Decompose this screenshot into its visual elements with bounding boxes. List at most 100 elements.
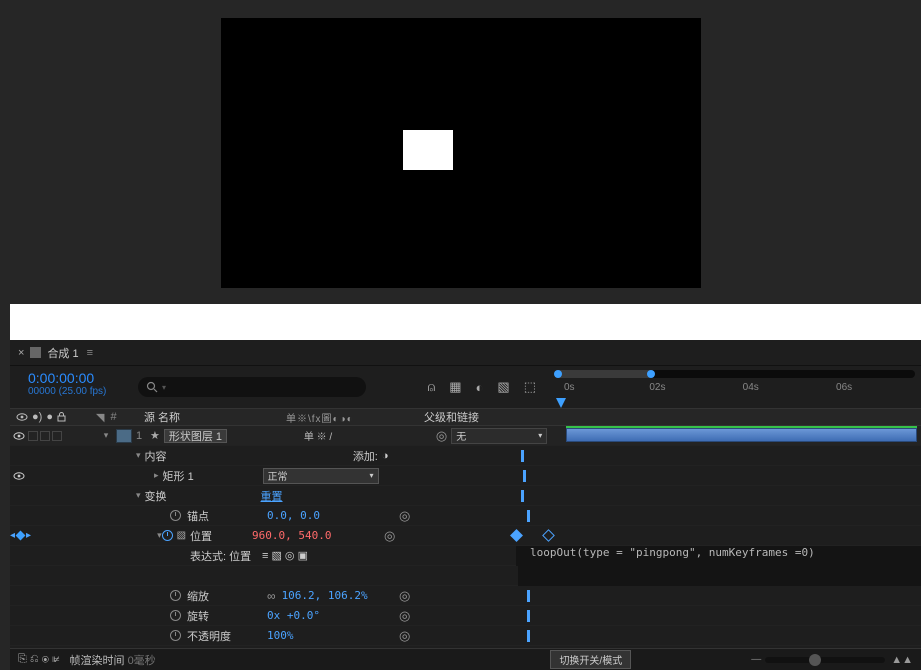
contents-row[interactable]: ▾ 内容 添加: ◑ (10, 446, 921, 466)
position-track[interactable] (506, 526, 921, 546)
composition-canvas[interactable] (221, 18, 701, 288)
opacity-pickwhip-icon[interactable]: ◎ (399, 628, 410, 644)
render-time-value: 0毫秒 (128, 655, 156, 667)
time-ruler-area[interactable]: 0s 02s 04s 06s (546, 366, 921, 408)
position-twirl[interactable]: ▾ (157, 530, 162, 541)
tab-name[interactable]: 合成 1 (47, 345, 78, 361)
anchor-stopwatch[interactable] (170, 510, 181, 521)
render-time-label: 帧渲染时间 (70, 655, 125, 667)
scale-label: 缩放 (181, 588, 267, 604)
shape-group-row[interactable]: ▸ 矩形 1 正常 ▾ (10, 466, 921, 486)
visibility-toggle[interactable] (10, 430, 28, 442)
parent-dropdown[interactable]: 无 ▾ (451, 428, 547, 444)
scale-stopwatch[interactable] (170, 590, 181, 601)
shape-layer-icon: ★ (150, 429, 160, 442)
shy-toggle-icon[interactable]: ⍝ (427, 379, 435, 395)
constrain-proportions-icon[interactable]: ∞ (267, 589, 276, 603)
pickwhip-icon[interactable]: ◎ (436, 428, 447, 444)
expression-label-row[interactable]: 表达式: 位置 ≡ ▧ ◎ ▣ loopOut(type = "pingpong… (10, 546, 921, 566)
playhead-icon[interactable] (554, 396, 566, 410)
switches-column-header: 单※\fx圖◐◑◐ (286, 410, 424, 425)
rotation-pickwhip-icon[interactable]: ◎ (399, 608, 410, 624)
columns-header: ●) ● ◥ # 源 名称 单※\fx圖◐◑◐ 父级和链接 (10, 408, 921, 426)
transform-row[interactable]: ▾ 变换 重置 (10, 486, 921, 506)
add-label: 添加: (353, 448, 378, 464)
scale-value[interactable]: 106.2, 106.2% (282, 589, 368, 602)
opacity-stopwatch[interactable] (170, 630, 181, 641)
opacity-row[interactable]: 不透明度 100% ◎ (10, 626, 921, 646)
time-nav-track[interactable] (556, 370, 915, 378)
toggle-switches-button[interactable]: 切换开关/模式 (550, 650, 631, 669)
anchor-pickwhip-icon[interactable]: ◎ (399, 508, 410, 524)
frame-blend-icon[interactable]: ▦ (449, 379, 461, 395)
snap-icon[interactable]: ⬚ (524, 379, 536, 395)
position-row[interactable]: ◂▸ ▾ ▧ 位置 960.0, 540.0 ◎ (10, 526, 921, 546)
expression-indicator-icon[interactable]: ▧ (177, 530, 186, 541)
layer-twirl[interactable]: ▾ (96, 430, 116, 441)
layer-color-chip[interactable] (116, 429, 132, 443)
shape-rectangle[interactable] (403, 130, 453, 170)
timecode-block[interactable]: 0:00:00:00 00000 (25.00 fps) (10, 366, 138, 408)
scale-row[interactable]: 缩放 ∞ 106.2, 106.2% ◎ (10, 586, 921, 606)
eye-icon (13, 431, 25, 441)
anchor-point-row[interactable]: 锚点 0.0, 0.0 ◎ (10, 506, 921, 526)
playhead-line (527, 590, 530, 602)
layer-switches[interactable]: 单 ※ / (304, 428, 436, 443)
parent-cell[interactable]: ◎ 无 ▾ (436, 428, 558, 444)
time-ruler[interactable]: 0s 02s 04s 06s (556, 382, 915, 398)
av-switches[interactable] (28, 431, 96, 441)
zoom-slider[interactable] (765, 657, 885, 663)
composition-viewer (0, 0, 921, 310)
playhead-line (527, 630, 530, 642)
opacity-value[interactable]: 100% (267, 629, 294, 642)
expression-text[interactable]: loopOut(type = "pingpong", numKeyframes … (516, 546, 921, 559)
anchor-value[interactable]: 0.0, 0.0 (267, 509, 320, 522)
keyframe-nav[interactable]: ◂▸ (10, 530, 31, 541)
rotation-value[interactable]: 0x +0.0° (267, 609, 320, 622)
name-column-header[interactable]: 源 名称 (140, 409, 286, 425)
footer-tool-icons[interactable]: ⎘ ⎌ ⦿ ⊯ (18, 653, 60, 666)
shape-group-visibility[interactable] (10, 470, 28, 482)
timeline-header-icons: ⍝ ▦ ◐ ▧ ⬚ (390, 366, 546, 408)
layer-duration-bar[interactable] (566, 428, 917, 442)
keyframe-marker-2[interactable] (542, 529, 555, 542)
comp-icon (30, 347, 41, 358)
current-timecode[interactable]: 0:00:00:00 (28, 370, 132, 386)
layer-index: 1 (132, 430, 146, 442)
eye-header-icon (16, 412, 28, 422)
frame-info: 00000 (25.00 fps) (28, 386, 132, 397)
scale-pickwhip-icon[interactable]: ◎ (399, 588, 410, 604)
tab-close-button[interactable]: × (18, 347, 24, 359)
shape-name[interactable]: 矩形 1 (159, 468, 263, 484)
zoom-in-icon[interactable]: ▲▲ (891, 654, 913, 666)
position-stopwatch[interactable] (162, 530, 173, 541)
graph-editor-icon[interactable]: ▧ (497, 379, 509, 395)
position-value[interactable]: 960.0, 540.0 (252, 529, 331, 542)
layer-name[interactable]: 形状图层 1 (164, 429, 227, 443)
layer-name-cell[interactable]: 形状图层 1 (164, 429, 304, 443)
rotation-row[interactable]: 旋转 0x +0.0° ◎ (10, 606, 921, 626)
blend-mode-dropdown[interactable]: 正常 ▾ (263, 468, 379, 484)
expression-tools[interactable]: ≡ ▧ ◎ ▣ (262, 549, 394, 562)
timeline-footer: ⎘ ⎌ ⦿ ⊯ 帧渲染时间 0毫秒 切换开关/模式 — ▲▲ (10, 648, 921, 670)
expression-spacer-row (10, 566, 921, 586)
zoom-knob[interactable] (809, 654, 821, 666)
tab-menu-button[interactable]: ≡ (87, 347, 93, 359)
ruler-tick-1: 02s (649, 382, 665, 393)
time-nav-thumb[interactable] (556, 370, 653, 378)
position-pickwhip-icon[interactable]: ◎ (384, 528, 395, 544)
search-input[interactable]: ▾ (138, 377, 366, 397)
transform-reset-link[interactable]: 重置 (261, 488, 283, 504)
solo-header-icon: ● (46, 411, 53, 423)
parent-column-header[interactable]: 父级和链接 (424, 409, 546, 425)
layer-bar-track[interactable] (558, 426, 921, 446)
rotation-stopwatch[interactable] (170, 610, 181, 621)
expression-label: 表达式: 位置 (190, 548, 262, 564)
keyframe-marker-1[interactable] (510, 529, 523, 542)
index-header: # (110, 411, 116, 423)
add-button-icon[interactable]: ◑ (382, 450, 389, 462)
motion-blur-icon[interactable]: ◐ (476, 380, 484, 395)
layer-row[interactable]: ▾ 1 ★ 形状图层 1 单 ※ / ◎ 无 ▾ (10, 426, 921, 446)
zoom-out-icon[interactable]: — (751, 654, 761, 665)
expression-editor[interactable]: loopOut(type = "pingpong", numKeyframes … (516, 546, 921, 566)
